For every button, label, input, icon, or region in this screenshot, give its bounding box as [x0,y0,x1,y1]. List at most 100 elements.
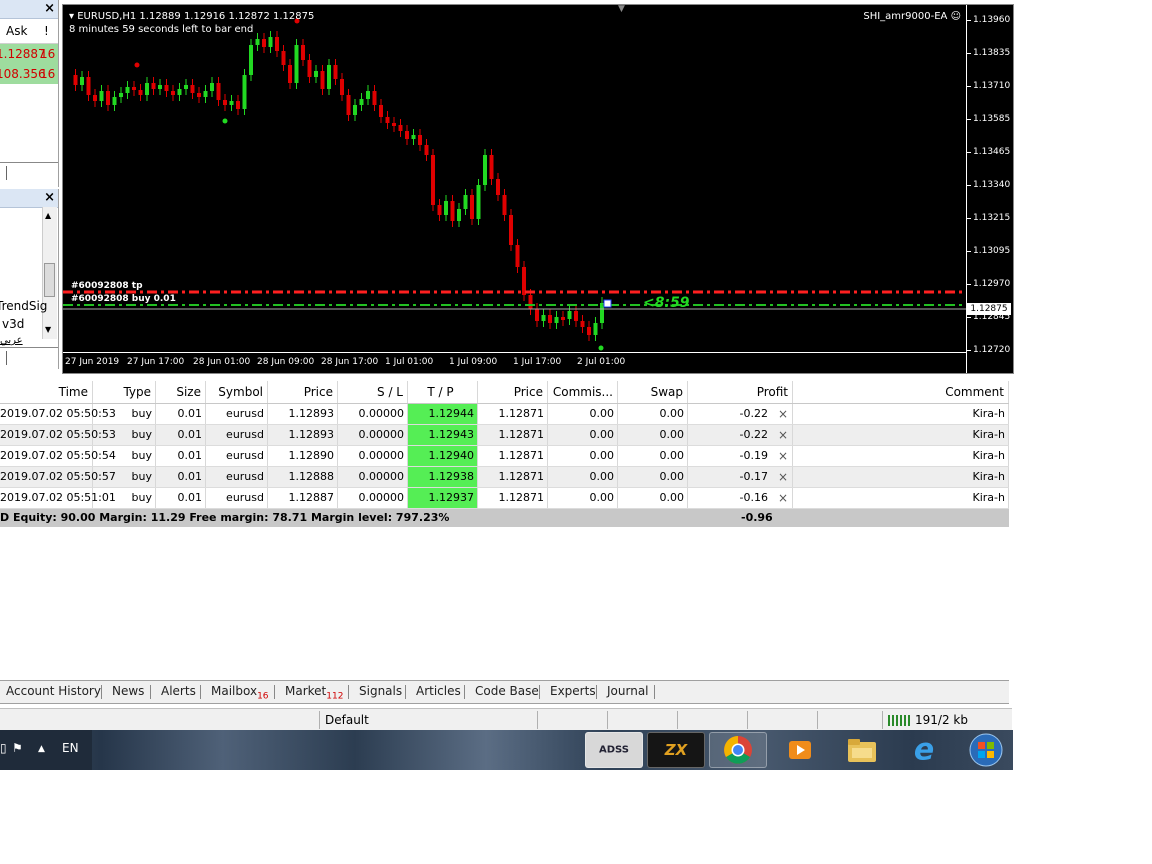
column-header-comm[interactable]: Commis... [548,381,618,403]
candle-body [151,83,156,89]
flag-icon[interactable]: ⚑ [12,741,23,755]
column-header-swap[interactable]: Swap [618,381,688,403]
candle-body [567,311,572,319]
divider [596,685,597,699]
tab-articles[interactable]: Articles [416,684,461,698]
time-label: 27 Jun 17:00 [127,357,185,367]
divider [747,711,748,729]
adss-app-button[interactable]: ADSS [585,732,643,768]
navigator-item[interactable]: TrendSig [0,299,47,313]
start-button[interactable] [957,732,1015,768]
tab-news[interactable]: News [112,684,144,698]
table-row[interactable]: 2019.07.02 05:50:54 buy 0.01 eurusd 1.12890 0… [0,446,1009,467]
chart-menu-icon[interactable]: ▾ [69,11,74,22]
table-header: Time Type Size Symbol Price S / LT / P Price Co… [0,381,1009,404]
trade-table: Time Type Size Symbol Price S / LT / P Price Co… [0,381,1009,527]
navigator-close-button[interactable]: × [44,189,55,207]
cell-comm: 0.00 [548,467,618,487]
system-tray: ▯ ⚑ ▲ EN [0,730,92,770]
tab-experts[interactable]: Experts [550,684,596,698]
column-header-comment[interactable]: Comment [793,381,1009,403]
time-axis[interactable]: 27 Jun 2019 27 Jun 17:00 28 Jun 01:00 28 Ju… [63,352,966,374]
candle-body [450,201,455,221]
price-tick [967,53,971,54]
candle-body [353,105,357,115]
close-order-icon[interactable]: × [778,488,788,508]
price-chart[interactable]: ▾ EURUSD,H1 1.12889 1.12916 1.12872 1.12… [62,4,1014,374]
column-header-size[interactable]: Size [156,381,206,403]
column-header-time[interactable]: Time [0,381,93,403]
cell-cur: 1.12871 [478,404,548,424]
column-header-profit[interactable]: Profit [688,381,793,403]
navigator-item[interactable]: عربي [0,335,23,346]
table-body: 2019.07.02 05:50:53 buy 0.01 eurusd 1.12893 0… [0,404,1009,509]
price-tick [967,185,971,186]
col-flag[interactable]: ! [44,24,49,38]
divider [464,685,465,699]
column-header-price[interactable]: Price [268,381,338,403]
tab-market[interactable]: Market112 [285,684,343,701]
market-watch-row[interactable]: 108.356 16 [0,64,58,84]
windows-taskbar: ▯ ⚑ ▲ EN ADSS ZX e [0,730,1013,770]
close-order-icon[interactable]: × [778,446,788,466]
zx-app-button[interactable]: ZX [647,732,705,768]
candle-body [177,89,182,95]
col-ask[interactable]: Ask [6,24,27,38]
column-header-sl[interactable]: S / L [338,381,408,403]
close-order-icon[interactable]: × [778,425,788,445]
divider [101,685,102,699]
market-watch-panel: × Ask ! 1.12887 16 108.356 16 [0,0,59,187]
ea-name: SHI_amr9000-EA [863,11,948,22]
close-order-icon[interactable]: × [778,467,788,487]
table-row[interactable]: 2019.07.02 05:50:53 buy 0.01 eurusd 1.12893 0… [0,404,1009,425]
shift-marker-icon[interactable]: ▼ [618,4,625,14]
connection-bars-icon[interactable] [888,713,910,726]
divider [882,711,883,729]
candle-body [197,93,201,97]
close-order-icon[interactable]: × [778,404,788,424]
profile-name[interactable]: Default [325,713,369,727]
tab-signals[interactable]: Signals [359,684,402,698]
column-header-symbol[interactable]: Symbol [206,381,268,403]
tab-account-history[interactable]: Account History [6,684,101,698]
price-axis[interactable]: 1.13960 1.13835 1.13710 1.13585 1.13465 1.133… [966,5,1014,373]
cell-symbol: eurusd [206,488,268,508]
tab-label: Mailbox [211,684,258,698]
tray-expand-icon[interactable]: ▲ [38,744,45,754]
table-row[interactable]: 2019.07.02 05:51:01 buy 0.01 eurusd 1.12887 0… [0,488,1009,509]
tab-journal[interactable]: Journal [607,684,649,698]
cell-size: 0.01 [156,404,206,424]
navigator-scrollbar[interactable]: ▲ ▼ [42,207,57,339]
cell-tp: 1.12943 [408,425,478,445]
table-row[interactable]: 2019.07.02 05:50:57 buy 0.01 eurusd 1.12888 0… [0,467,1009,488]
scroll-down-icon[interactable]: ▼ [45,325,51,334]
monitor-icon[interactable]: ▯ [0,741,7,755]
language-indicator[interactable]: EN [62,741,79,755]
market-watch-row[interactable]: 1.12887 16 [0,44,58,64]
price-label: 1.13710 [973,81,1011,91]
candle-body [262,39,266,47]
expert-advisor-label[interactable]: SHI_amr9000-EA ☺ [863,11,961,22]
tab-code-base[interactable]: Code Base [475,684,539,698]
candle-body [496,179,500,195]
candle-body [138,90,143,95]
chrome-app-button[interactable] [709,732,767,768]
column-header-cur[interactable]: Price [478,381,548,403]
scroll-up-icon[interactable]: ▲ [45,211,51,220]
column-header-tp[interactable]: T / P [408,381,478,403]
market-watch-close-button[interactable]: × [44,0,55,18]
navigator-panel: × ▲ ▼ TrendSig v3d عربي [0,189,59,369]
tab-mailbox[interactable]: Mailbox16 [211,684,269,701]
scroll-thumb[interactable] [44,263,55,297]
column-header-type[interactable]: Type [93,381,156,403]
tab-alerts[interactable]: Alerts [161,684,196,698]
cell-tp: 1.12938 [408,467,478,487]
media-player-app-button[interactable] [771,732,829,768]
candle-body [574,311,578,321]
table-row[interactable]: 2019.07.02 05:50:53 buy 0.01 eurusd 1.12893 0… [0,425,1009,446]
candle-body [554,317,559,323]
navigator-item[interactable]: v3d [2,317,24,331]
candle-body [281,51,286,65]
internet-explorer-app-button[interactable]: e [895,732,953,768]
file-explorer-app-button[interactable] [833,732,891,768]
